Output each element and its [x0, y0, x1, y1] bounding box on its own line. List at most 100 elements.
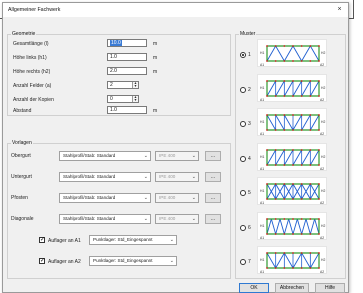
pattern-radio-2[interactable] [240, 86, 246, 93]
truss-pattern-4[interactable]: H1 H2 A1 A2 [257, 142, 327, 171]
height-left-input[interactable]: 1.0 [107, 53, 147, 61]
bottom-chord-section-dropdown: IPE 400 ⌄ [155, 172, 199, 182]
svg-text:H1: H1 [260, 86, 264, 90]
svg-text:A1: A1 [260, 167, 264, 171]
chevron-down-icon: ⌄ [143, 216, 148, 222]
copies-count-label: Anzahl der Kopien [13, 97, 54, 103]
support-a2-dropdown[interactable]: Punktlager: Std_Eingespannt ⌄ [89, 256, 177, 266]
fields-count-value: 2 [110, 82, 113, 88]
spin-arrows-icon[interactable]: ▲ ▼ [132, 95, 138, 102]
checkmark-icon: ✓ [40, 258, 46, 264]
templates-legend: Vorlagen [11, 140, 33, 146]
checkmark-icon: ✓ [40, 237, 46, 243]
length-input[interactable]: 10.0 [107, 39, 147, 47]
svg-text:A2: A2 [320, 236, 324, 240]
posts-profile-dropdown[interactable]: Stahlprofil/Stab: Standard ⌄ [59, 193, 151, 203]
svg-text:A2: A2 [320, 167, 324, 171]
truss-pattern-7[interactable]: H1 H2 A1 A2 [257, 246, 327, 274]
support-a1-checkbox[interactable]: ✓ [39, 237, 45, 243]
svg-text:A1: A1 [260, 201, 264, 205]
bottom-chord-profile-dropdown[interactable]: Stahlprofil/Stab: Standard ⌄ [59, 172, 151, 182]
pattern-radio-label: 2 [248, 86, 251, 93]
svg-text:H1: H1 [260, 258, 264, 262]
pattern-radio-label: 7 [248, 259, 251, 265]
diagonal-label: Diagonale [11, 216, 34, 222]
close-icon[interactable]: × [335, 5, 344, 14]
title-bar: Allgemeiner Fachwerk × [3, 3, 348, 17]
pattern-legend: Muster [239, 31, 257, 37]
fields-count-spinner[interactable]: 2 ▲ ▼ [107, 81, 139, 89]
pattern-radio-6[interactable] [240, 224, 246, 231]
distance-input[interactable]: 1.0 [107, 106, 147, 114]
help-button[interactable]: Hilfe [315, 283, 345, 293]
bottom-chord-browse-button[interactable]: ... [205, 172, 221, 182]
svg-text:H1: H1 [260, 189, 264, 193]
truss-pattern-6[interactable]: H1 H2 A1 A2 [257, 211, 327, 240]
svg-text:A1: A1 [260, 132, 264, 136]
top-chord-section-dropdown: IPE 400 ⌄ [155, 151, 199, 161]
pattern-radio-label: 6 [248, 224, 251, 231]
ok-button[interactable]: OK [239, 283, 269, 293]
svg-text:A1: A1 [260, 98, 264, 102]
copies-count-value: 0 [110, 96, 113, 102]
truss-pattern-2[interactable]: H1 H2 A1 A2 [257, 73, 327, 102]
svg-text:H2: H2 [321, 51, 325, 55]
posts-browse-button[interactable]: ... [205, 193, 221, 203]
cancel-button[interactable]: Abbrechen [275, 283, 309, 293]
svg-text:H2: H2 [321, 189, 325, 193]
svg-text:A2: A2 [320, 98, 324, 102]
distance-unit: m [153, 108, 158, 114]
pattern-radio-label: 4 [248, 155, 251, 162]
svg-text:A1: A1 [260, 270, 264, 274]
spin-arrows-icon[interactable]: ▲ ▼ [132, 81, 138, 88]
chevron-down-icon: ⌄ [191, 216, 196, 222]
height-left-unit: m [153, 55, 158, 61]
height-right-label: Höhe rechts (h2) [13, 69, 51, 75]
svg-text:H2: H2 [321, 120, 325, 124]
support-a2-checkbox[interactable]: ✓ [39, 258, 45, 264]
copies-count-spinner[interactable]: 0 ▲ ▼ [107, 95, 139, 103]
dialog-title: Allgemeiner Fachwerk [8, 7, 61, 13]
pattern-radio-4[interactable] [240, 155, 246, 162]
background-line [353, 0, 354, 18]
height-left-label: Höhe links (h1) [13, 55, 47, 61]
diagonal-profile-dropdown[interactable]: Stahlprofil/Stab: Standard ⌄ [59, 214, 151, 224]
pattern-radio-7[interactable] [240, 259, 246, 265]
pattern-radio-5[interactable] [240, 190, 246, 196]
pattern-radio-3[interactable] [240, 121, 246, 127]
svg-text:A2: A2 [320, 270, 324, 274]
chevron-down-icon: ⌄ [143, 153, 148, 159]
svg-text:A2: A2 [320, 132, 324, 136]
svg-text:A2: A2 [320, 63, 324, 67]
svg-text:H1: H1 [260, 120, 264, 124]
height-right-input[interactable]: 2.0 [107, 67, 147, 75]
chevron-down-icon: ⌄ [143, 195, 148, 201]
distance-label: Abstand [13, 108, 32, 114]
top-chord-browse-button[interactable]: ... [205, 151, 221, 161]
svg-text:H2: H2 [321, 224, 325, 228]
chevron-down-icon: ⌄ [191, 174, 196, 180]
chevron-down-icon: ⌄ [169, 237, 174, 243]
svg-text:A1: A1 [260, 236, 264, 240]
chevron-down-icon: ⌄ [191, 153, 196, 159]
truss-pattern-5[interactable]: H1 H2 A1 A2 [257, 177, 327, 205]
truss-pattern-3[interactable]: H1 H2 A1 A2 [257, 108, 327, 136]
chevron-down-icon: ⌄ [143, 174, 148, 180]
posts-section-dropdown: IPE 400 ⌄ [155, 193, 199, 203]
diagonal-browse-button[interactable]: ... [205, 214, 221, 224]
support-a1-dropdown[interactable]: Punktlager: Std_Eingespannt ⌄ [89, 235, 177, 245]
support-a2-label: Auflager an A2 [48, 259, 81, 265]
pattern-radio-label: 3 [248, 121, 251, 127]
geometry-legend: Geometrie [11, 31, 37, 37]
top-chord-profile-dropdown[interactable]: Stahlprofil/Stab: Standard ⌄ [59, 151, 151, 161]
chevron-down-icon: ⌄ [191, 195, 196, 201]
truss-dialog: Allgemeiner Fachwerk × Geometrie Gesamtl… [2, 2, 349, 293]
svg-text:H1: H1 [260, 155, 264, 159]
pattern-radio-label: 5 [248, 190, 251, 196]
svg-text:H2: H2 [321, 86, 325, 90]
svg-text:H1: H1 [260, 51, 264, 55]
pattern-radio-1[interactable] [240, 52, 246, 58]
diagonal-section-dropdown: IPE 400 ⌄ [155, 214, 199, 224]
truss-pattern-1[interactable]: H1 H2 A1 A2 [257, 39, 327, 67]
chevron-down-icon: ⌄ [169, 258, 174, 264]
